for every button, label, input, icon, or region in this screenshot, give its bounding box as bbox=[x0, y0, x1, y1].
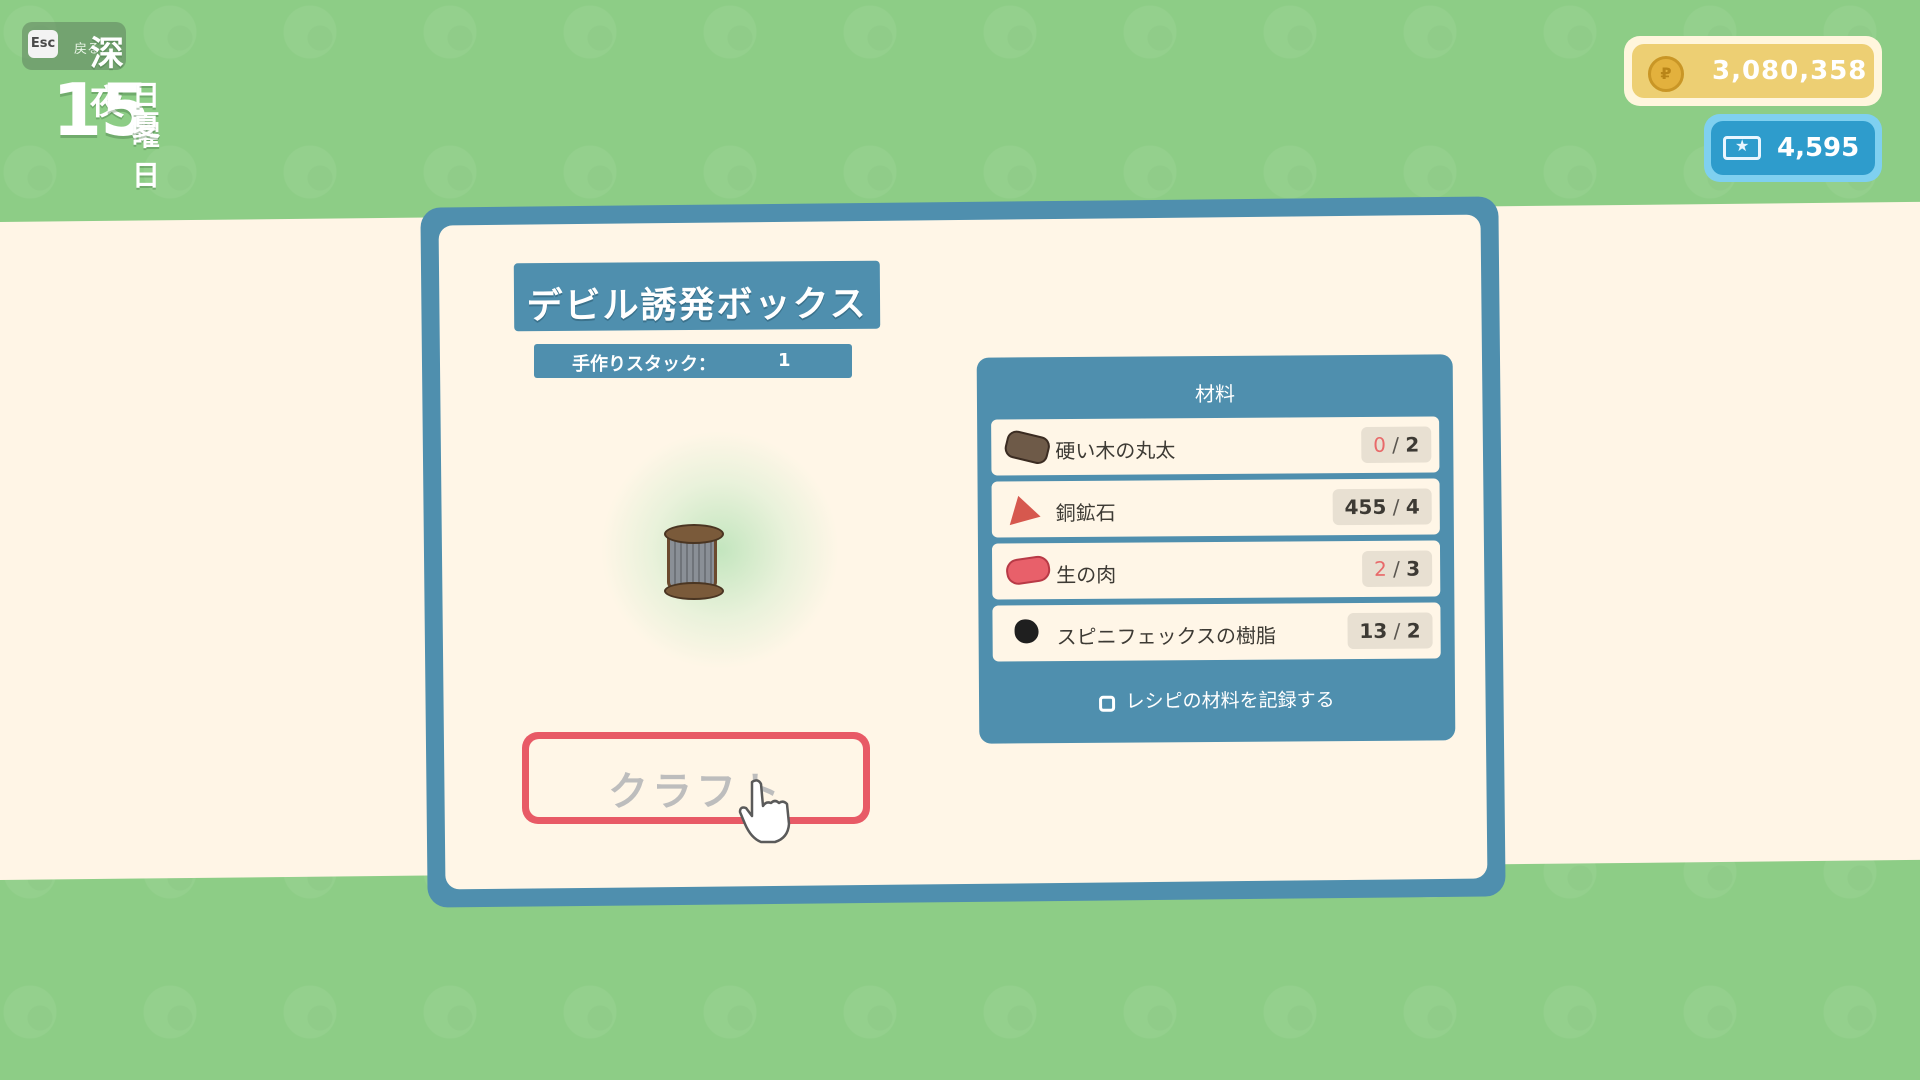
coin-counter: ₽ 3,080,358 bbox=[1624, 36, 1882, 106]
raw-meat-icon bbox=[1004, 554, 1052, 587]
record-checkbox[interactable] bbox=[1099, 695, 1116, 712]
craft-stack-value: 1 bbox=[778, 350, 791, 371]
item-preview bbox=[460, 390, 940, 730]
coin-icon: ₽ bbox=[1648, 56, 1684, 92]
coin-value: 3,080,358 bbox=[1712, 56, 1868, 86]
material-name: 生の肉 bbox=[1056, 562, 1117, 588]
ticket-icon bbox=[1723, 136, 1761, 160]
record-recipe-toggle[interactable]: レシピの材料を記録する bbox=[979, 684, 1455, 714]
season: 夏 bbox=[132, 109, 161, 142]
material-count: 2 / 3 bbox=[1361, 550, 1433, 587]
material-row: 硬い木の丸太 0 / 2 bbox=[991, 416, 1440, 476]
material-row: 銅鉱石 455 / 4 bbox=[991, 478, 1440, 538]
hand-cursor-icon bbox=[738, 779, 791, 844]
item-glow bbox=[600, 430, 840, 670]
craft-stack-box: 手作りスタック： 1 bbox=[534, 344, 852, 378]
material-count: 455 / 4 bbox=[1332, 488, 1432, 526]
material-name: 硬い木の丸太 bbox=[1055, 438, 1176, 464]
material-row: 生の肉 2 / 3 bbox=[991, 540, 1441, 600]
craft-button[interactable]: クラフト bbox=[522, 732, 870, 824]
log-icon bbox=[1002, 428, 1052, 467]
recipe-title: デビル誘発ボックス bbox=[526, 283, 868, 328]
craft-stack-label: 手作りスタック： bbox=[572, 354, 716, 375]
material-name: スピニフェックスの樹脂 bbox=[1056, 623, 1277, 650]
craft-button-label: クラフト bbox=[608, 769, 784, 815]
material-name: 銅鉱石 bbox=[1055, 500, 1116, 526]
material-count: 13 / 2 bbox=[1347, 612, 1433, 650]
ticket-counter: 4,595 bbox=[1704, 114, 1882, 182]
devil-box-icon bbox=[664, 524, 724, 600]
material-count: 0 / 2 bbox=[1361, 426, 1432, 463]
recipe-title-box: デビル誘発ボックス bbox=[513, 260, 881, 332]
material-row: スピニフェックスの樹脂 13 / 2 bbox=[992, 602, 1441, 662]
materials-panel: 材料 硬い木の丸太 0 / 2 銅鉱石 455 / 4 生の肉 2 / 3 スピ… bbox=[976, 354, 1456, 744]
esc-key-icon: Esc bbox=[28, 30, 58, 58]
record-label: レシピの材料を記録する bbox=[1125, 689, 1335, 713]
copper-ore-icon bbox=[1002, 491, 1046, 526]
resin-icon bbox=[1006, 619, 1046, 647]
ticket-value: 4,595 bbox=[1777, 133, 1860, 163]
materials-header: 材料 bbox=[1194, 381, 1236, 407]
